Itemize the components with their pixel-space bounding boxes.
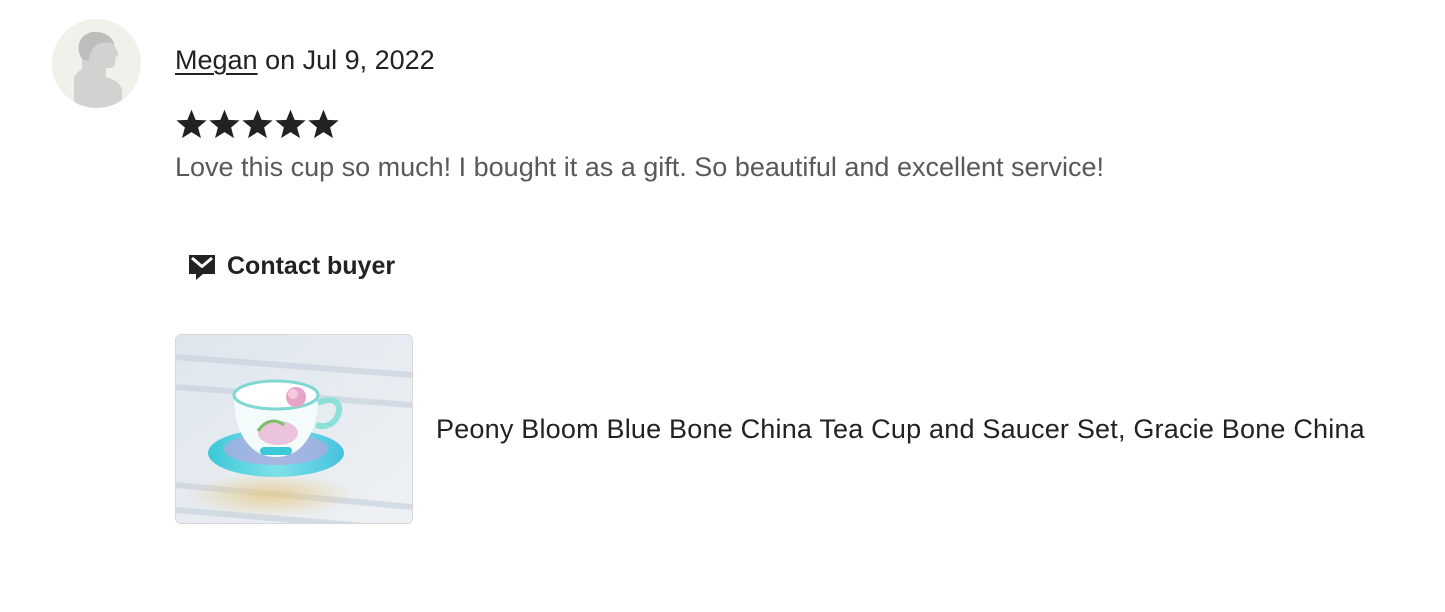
reviewed-product-link[interactable]: Peony Bloom Blue Bone China Tea Cup and … [175,334,1365,524]
star-rating [175,106,340,142]
contact-buyer-label: Contact buyer [227,251,396,280]
reviewer-name-link[interactable]: Megan [175,45,258,75]
teacup-photo[interactable] [175,334,413,524]
star-icon [209,109,240,139]
review-text: Love this cup so much! I bought it as a … [175,152,1105,182]
star-icon [242,109,273,139]
contact-buyer-button[interactable]: Contact buyer [175,240,407,292]
review-date: on Jul 9, 2022 [257,45,435,75]
envelope-icon [189,255,215,280]
product-title: Peony Bloom Blue Bone China Tea Cup and … [436,413,1365,444]
reviewer-avatar [52,19,141,108]
star-icon [275,109,306,139]
review-byline: Megan on Jul 9, 2022 [175,42,435,78]
default-avatar-icon [52,19,141,108]
star-icon [176,109,207,139]
star-icon [308,109,339,139]
